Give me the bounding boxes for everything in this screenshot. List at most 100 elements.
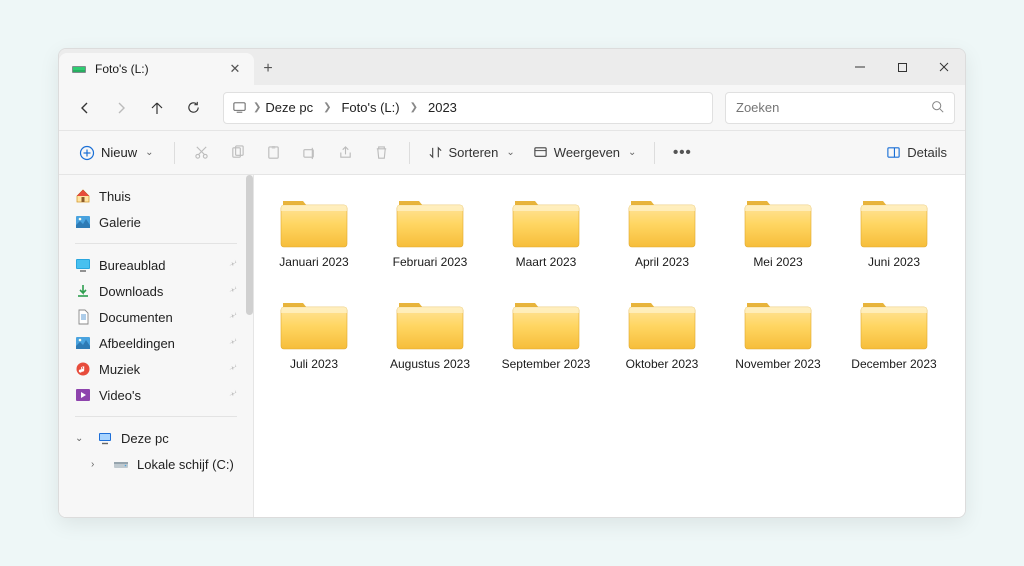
sidebar-item-pictures[interactable]: Afbeeldingen (63, 330, 249, 356)
pc-icon (97, 430, 113, 446)
folder-label: Februari 2023 (393, 255, 468, 269)
drive-icon (71, 61, 87, 77)
pin-icon (228, 388, 239, 402)
sidebar-item-label: Deze pc (121, 431, 169, 446)
address-bar[interactable]: ❯ Deze pc ❯ Foto's (L:) ❯ 2023 (223, 92, 713, 124)
sidebar-item-drive-c[interactable]: › Lokale schijf (C:) (63, 451, 249, 477)
sidebar-item-documents[interactable]: Documenten (63, 304, 249, 330)
folder-item[interactable]: Maart 2023 (496, 189, 596, 273)
breadcrumb-item[interactable]: Deze pc (261, 100, 317, 115)
folder-label: Januari 2023 (279, 255, 348, 269)
search-icon (931, 100, 944, 116)
folder-icon (743, 193, 813, 249)
music-icon (75, 361, 91, 377)
folder-icon (279, 295, 349, 351)
chevron-right-icon: ❯ (253, 102, 261, 113)
sidebar-item-label: Documenten (99, 310, 173, 325)
folder-label: Juni 2023 (868, 255, 920, 269)
chevron-right-icon[interactable]: › (91, 459, 105, 470)
breadcrumb: Deze pc ❯ Foto's (L:) ❯ 2023 (261, 93, 461, 123)
back-button[interactable] (69, 93, 101, 123)
folder-label: Mei 2023 (753, 255, 802, 269)
pin-icon (228, 258, 239, 272)
pc-icon (232, 100, 247, 115)
refresh-button[interactable] (177, 93, 209, 123)
sidebar-item-gallery[interactable]: Galerie (63, 209, 249, 235)
folder-item[interactable]: Januari 2023 (264, 189, 364, 273)
gallery-icon (75, 214, 91, 230)
close-button[interactable] (923, 49, 965, 85)
folder-icon (627, 295, 697, 351)
folder-item[interactable]: Juni 2023 (844, 189, 944, 273)
video-icon (75, 387, 91, 403)
sidebar-item-label: Afbeeldingen (99, 336, 175, 351)
breadcrumb-item[interactable]: Foto's (L:) (337, 100, 403, 115)
new-button-label: Nieuw (101, 145, 137, 160)
more-button[interactable]: ••• (665, 138, 699, 168)
folder-icon (859, 193, 929, 249)
cut-button[interactable] (185, 138, 219, 168)
search-input[interactable] (736, 100, 931, 115)
delete-button[interactable] (365, 138, 399, 168)
sidebar-item-desktop[interactable]: Bureaublad (63, 252, 249, 278)
tab-close-button[interactable]: ✕ (228, 61, 242, 77)
minimize-button[interactable] (839, 49, 881, 85)
folder-icon (511, 193, 581, 249)
sidebar-item-label: Bureaublad (99, 258, 166, 273)
chevron-down-icon: ⌄ (506, 147, 514, 158)
details-pane-label: Details (907, 145, 947, 160)
search-box[interactable] (725, 92, 955, 124)
sidebar-item-label: Galerie (99, 215, 141, 230)
folder-item[interactable]: April 2023 (612, 189, 712, 273)
folder-icon (511, 295, 581, 351)
folder-item[interactable]: Mei 2023 (728, 189, 828, 273)
folder-item[interactable]: Juli 2023 (264, 291, 364, 375)
folder-icon (395, 295, 465, 351)
titlebar: Foto's (L:) ✕ + (59, 49, 965, 85)
folder-label: December 2023 (851, 357, 936, 371)
view-button[interactable]: Weergeven ⌄ (525, 138, 645, 168)
folder-icon (395, 193, 465, 249)
new-button[interactable]: Nieuw ⌄ (69, 138, 164, 168)
desktop-icon (75, 257, 91, 273)
forward-button[interactable] (105, 93, 137, 123)
tab-title: Foto's (L:) (95, 62, 220, 76)
folder-item[interactable]: November 2023 (728, 291, 828, 375)
sidebar-item-this-pc[interactable]: ⌄ Deze pc (63, 425, 249, 451)
folder-label: April 2023 (635, 255, 689, 269)
sidebar-item-downloads[interactable]: Downloads (63, 278, 249, 304)
paste-button[interactable] (257, 138, 291, 168)
up-button[interactable] (141, 93, 173, 123)
download-icon (75, 283, 91, 299)
new-tab-button[interactable]: + (254, 53, 282, 85)
content-area: Januari 2023 Februari 2023 Maart 2023 April… (254, 175, 965, 517)
folder-icon (627, 193, 697, 249)
breadcrumb-item[interactable]: 2023 (424, 100, 461, 115)
sidebar-item-label: Lokale schijf (C:) (137, 457, 234, 472)
maximize-button[interactable] (881, 49, 923, 85)
active-tab[interactable]: Foto's (L:) ✕ (59, 53, 254, 85)
sidebar-item-music[interactable]: Muziek (63, 356, 249, 382)
folder-item[interactable]: December 2023 (844, 291, 944, 375)
folder-item[interactable]: Februari 2023 (380, 189, 480, 273)
sidebar-item-label: Thuis (99, 189, 131, 204)
sidebar-item-home[interactable]: Thuis (63, 183, 249, 209)
pin-icon (228, 310, 239, 324)
folder-item[interactable]: Augustus 2023 (380, 291, 480, 375)
sort-button-label: Sorteren (449, 145, 499, 160)
chevron-down-icon[interactable]: ⌄ (75, 433, 89, 444)
share-button[interactable] (329, 138, 363, 168)
copy-button[interactable] (221, 138, 255, 168)
pictures-icon (75, 335, 91, 351)
rename-button[interactable] (293, 138, 327, 168)
command-bar: Nieuw ⌄ Sorteren ⌄ Weergeven (59, 131, 965, 175)
scrollbar[interactable] (245, 175, 253, 517)
folder-item[interactable]: September 2023 (496, 291, 596, 375)
folder-label: Juli 2023 (290, 357, 338, 371)
chevron-right-icon: ❯ (410, 102, 418, 113)
sort-button[interactable]: Sorteren ⌄ (420, 138, 523, 168)
folder-item[interactable]: Oktober 2023 (612, 291, 712, 375)
sidebar-item-videos[interactable]: Video's (63, 382, 249, 408)
navigation-bar: ❯ Deze pc ❯ Foto's (L:) ❯ 2023 (59, 85, 965, 131)
details-pane-button[interactable]: Details (878, 138, 955, 168)
